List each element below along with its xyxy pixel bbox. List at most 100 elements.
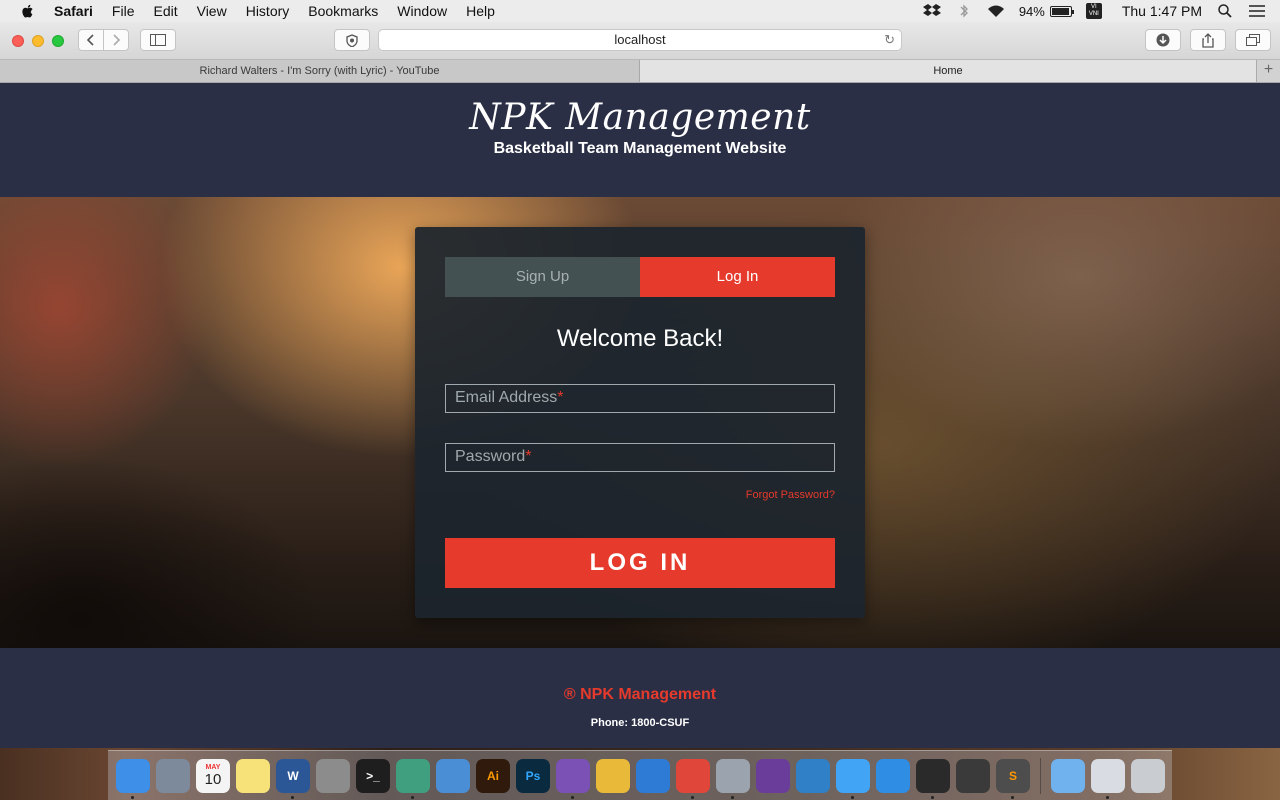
trash-icon[interactable]: [1131, 758, 1165, 793]
address-text: localhost: [614, 32, 666, 47]
close-window-button[interactable]: [12, 35, 24, 47]
menu-safari[interactable]: Safari: [54, 3, 93, 19]
address-bar[interactable]: localhost ↻: [378, 29, 902, 51]
privacy-report-button[interactable]: [334, 29, 370, 51]
launchpad-icon[interactable]: [156, 758, 190, 793]
menu-help[interactable]: Help: [466, 3, 495, 19]
form-heading: Welcome Back!: [556, 325, 724, 352]
word-icon[interactable]: W: [276, 758, 310, 799]
minimize-window-button[interactable]: [32, 35, 44, 47]
battery-icon: [1049, 5, 1074, 17]
unity-icon[interactable]: [956, 758, 990, 793]
menu-edit[interactable]: Edit: [153, 3, 177, 19]
illustrator-icon[interactable]: Ai: [476, 758, 510, 793]
share-button[interactable]: [1190, 29, 1226, 51]
time-machine-icon[interactable]: [436, 758, 470, 793]
menu-file[interactable]: File: [112, 3, 135, 19]
email-placeholder: Email Address: [455, 389, 558, 406]
menu-bookmarks[interactable]: Bookmarks: [308, 3, 378, 19]
sublime-text-label: S: [1008, 768, 1017, 783]
illustrator-label: Ai: [487, 768, 499, 783]
viber-icon[interactable]: [556, 758, 590, 799]
spotlight-search-icon[interactable]: [1216, 4, 1234, 18]
site-title[interactable]: NPK Management: [0, 83, 1280, 138]
running-indicator: [291, 795, 294, 799]
browser-tabs: Richard Walters - I'm Sorry (with Lyric)…: [0, 60, 1280, 83]
tabs-icon: [1246, 34, 1260, 46]
running-indicator: [851, 795, 854, 799]
notes-icon[interactable]: [236, 758, 270, 793]
site-subtitle: Basketball Team Management Website: [493, 140, 787, 157]
forgot-password-link[interactable]: Forgot Password?: [746, 489, 835, 501]
password-field[interactable]: Password*: [445, 443, 835, 472]
menu-history[interactable]: History: [246, 3, 290, 19]
final-cut-icon[interactable]: [916, 758, 950, 799]
folder-icon[interactable]: [1051, 758, 1085, 793]
sublime-text-icon[interactable]: S: [996, 758, 1030, 799]
atom-icon[interactable]: [396, 758, 430, 799]
word-label: W: [287, 768, 299, 783]
input-method-icon[interactable]: VI VNI: [1085, 3, 1102, 19]
cyberduck-icon[interactable]: [596, 758, 630, 793]
log-in-button[interactable]: LOG IN: [445, 538, 835, 588]
xcode-icon[interactable]: [636, 758, 670, 793]
back-button[interactable]: [78, 29, 104, 51]
hero-background: Sign Up Log In Welcome Back! Email Addre…: [0, 197, 1280, 648]
calendar-month: MAY: [205, 763, 221, 771]
fullscreen-window-button[interactable]: [52, 35, 64, 47]
downloads-icon[interactable]: [1091, 758, 1125, 799]
finder-icon[interactable]: [116, 758, 150, 799]
messages-icon[interactable]: [836, 758, 870, 799]
running-indicator: [1106, 795, 1109, 799]
running-indicator: [731, 795, 734, 799]
safari-icon[interactable]: [876, 758, 910, 793]
photoshop-icon[interactable]: Ps: [516, 758, 550, 793]
shield-icon: [346, 33, 358, 47]
menu-window[interactable]: Window: [397, 3, 447, 19]
login-form-card: Sign Up Log In Welcome Back! Email Addre…: [415, 227, 865, 618]
downloads-button[interactable]: [1145, 29, 1181, 51]
download-icon: [1156, 33, 1170, 47]
forward-button[interactable]: [103, 29, 129, 51]
terminal-label: >_: [366, 768, 380, 783]
chrome-icon[interactable]: [676, 758, 710, 799]
battery-indicator[interactable]: 94%: [1018, 3, 1074, 19]
tab-log-in[interactable]: Log In: [640, 257, 835, 297]
terminal-icon[interactable]: >_: [356, 758, 390, 793]
wifi-icon[interactable]: [987, 4, 1005, 18]
sidebar-icon: [150, 34, 166, 46]
notification-center-icon[interactable]: [1248, 4, 1266, 18]
tab-overview-button[interactable]: [1235, 29, 1271, 51]
form-tabs: Sign Up Log In: [445, 257, 835, 297]
battery-percent: 94%: [1018, 3, 1045, 19]
calendar-icon[interactable]: MAY 10: [196, 758, 230, 793]
tab-youtube[interactable]: Richard Walters - I'm Sorry (with Lyric)…: [0, 60, 640, 82]
footer-phone: Phone: 1800-CSUF: [590, 717, 690, 729]
menu-view[interactable]: View: [197, 3, 227, 19]
footer-brand: ® NPK Management: [563, 686, 717, 703]
running-indicator: [691, 795, 694, 799]
tab-home[interactable]: Home: [640, 60, 1256, 82]
tab-sign-up[interactable]: Sign Up: [445, 257, 640, 297]
system-preferences-icon[interactable]: [316, 758, 350, 793]
dropbox-icon[interactable]: [922, 4, 941, 18]
running-indicator: [411, 795, 414, 799]
dock-separator: [1040, 757, 1041, 794]
github-desktop-icon[interactable]: [756, 758, 790, 793]
bluetooth-icon[interactable]: [955, 4, 973, 18]
clock[interactable]: Thu 1:47 PM: [1122, 3, 1202, 19]
email-field[interactable]: Email Address*: [445, 384, 835, 413]
settings-icon[interactable]: [716, 758, 750, 799]
site-header: NPK Management Basketball Team Managemen…: [0, 83, 1280, 197]
password-placeholder: Password: [455, 448, 526, 465]
required-mark: *: [557, 389, 564, 406]
running-indicator: [571, 795, 574, 799]
running-indicator: [131, 795, 134, 799]
sidebar-toggle-button[interactable]: [140, 29, 176, 51]
required-mark: *: [525, 448, 532, 465]
new-tab-button[interactable]: +: [1256, 60, 1280, 82]
reload-icon[interactable]: ↻: [884, 30, 895, 50]
browser-toolbar: localhost ↻: [0, 22, 1280, 60]
sourcetree-icon[interactable]: [796, 758, 830, 793]
apple-menu-icon[interactable]: [20, 3, 36, 19]
